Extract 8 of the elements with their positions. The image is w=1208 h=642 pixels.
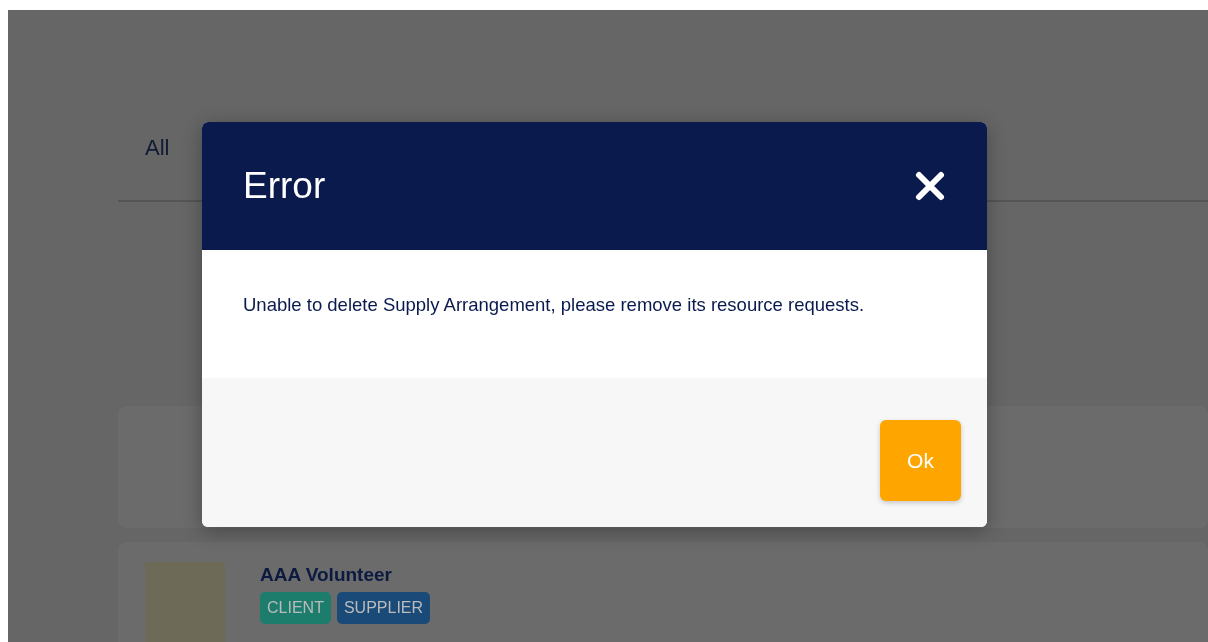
ok-button[interactable]: Ok bbox=[880, 420, 961, 501]
organization-name: AAA Volunteer bbox=[260, 564, 393, 586]
close-icon[interactable] bbox=[914, 170, 946, 202]
role-tag: SUPPLIER bbox=[336, 592, 431, 624]
dialog-title: Error bbox=[243, 165, 326, 207]
error-message: Unable to delete Supply Arrangement, please remove its resource requests. bbox=[243, 293, 866, 317]
role-tag: CLIENT bbox=[260, 592, 331, 624]
tab[interactable]: All bbox=[118, 130, 197, 166]
